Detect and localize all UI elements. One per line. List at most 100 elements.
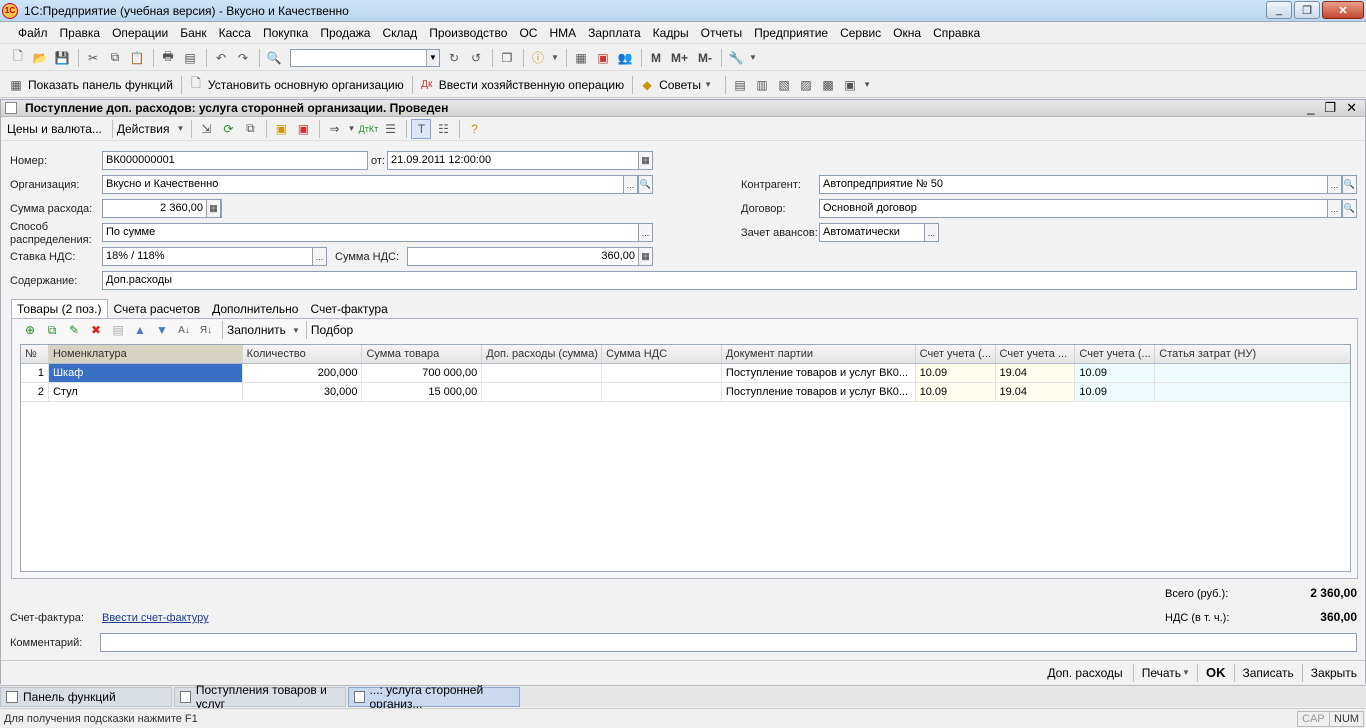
- prices-currency-button[interactable]: Цены и валюта...: [7, 122, 102, 136]
- menu-help[interactable]: Справка: [927, 26, 986, 40]
- find-prev-icon[interactable]: ↺: [466, 48, 486, 68]
- redo-icon[interactable]: ↷: [233, 48, 253, 68]
- tab-invoice[interactable]: Счет-фактура: [304, 299, 393, 318]
- chevron-down-icon[interactable]: ▼: [862, 75, 872, 95]
- calculator-icon[interactable]: ▦: [638, 247, 653, 266]
- select-vat-rate-button[interactable]: ...: [312, 247, 327, 266]
- column-header[interactable]: Документ партии: [722, 345, 916, 363]
- move-down-icon[interactable]: ▼: [152, 320, 172, 340]
- sum-cell[interactable]: 700 000,00: [362, 364, 483, 382]
- settings-icon[interactable]: ▣: [840, 75, 860, 95]
- batch-document-cell[interactable]: Поступление товаров и услуг ВК0...: [722, 364, 916, 382]
- save-icon[interactable]: 💾: [52, 48, 72, 68]
- vat-sum-field[interactable]: 360,00: [407, 247, 639, 266]
- move-up-icon[interactable]: ▲: [130, 320, 150, 340]
- menu-operations[interactable]: Операции: [106, 26, 174, 40]
- edit-icon[interactable]: ✎: [64, 320, 84, 340]
- menu-production[interactable]: Производство: [423, 26, 513, 40]
- column-header[interactable]: Счет учета (...: [1075, 345, 1156, 363]
- amount-field[interactable]: 2 360,00: [102, 199, 222, 218]
- cost-item-cell[interactable]: [1155, 383, 1350, 401]
- search-icon[interactable]: 🔍: [1342, 199, 1357, 218]
- menu-fixed-assets[interactable]: ОС: [513, 26, 543, 40]
- nomenclature-cell[interactable]: Стул: [49, 383, 243, 401]
- add-copy-icon[interactable]: ⧉: [42, 320, 62, 340]
- chevron-down-icon[interactable]: ▼: [1181, 663, 1191, 683]
- users-icon[interactable]: 👥: [615, 48, 635, 68]
- select-organization-button[interactable]: ...: [623, 175, 638, 194]
- menu-enterprise[interactable]: Предприятие: [748, 26, 834, 40]
- minimize-icon[interactable]: _: [1307, 100, 1314, 116]
- select-method-button[interactable]: ...: [638, 223, 653, 242]
- windows-icon[interactable]: ❐: [497, 48, 517, 68]
- table-row[interactable]: 2 Стул 30,000 15 000,00 Поступление това…: [21, 383, 1350, 402]
- pick-button[interactable]: Подбор: [311, 323, 353, 337]
- copy-icon[interactable]: ⧉: [105, 48, 125, 68]
- close-button[interactable]: ✕: [1322, 1, 1364, 19]
- tax-account-cell[interactable]: 10.09: [1075, 383, 1156, 401]
- select-advances-button[interactable]: ...: [924, 223, 939, 242]
- contractor-field[interactable]: Автопредприятие № 50: [819, 175, 1328, 194]
- end-edit-icon[interactable]: ▤: [108, 320, 128, 340]
- restore-button[interactable]: ❐: [1294, 1, 1320, 19]
- menu-file[interactable]: Файл: [6, 26, 54, 40]
- print-icon[interactable]: 🖶: [158, 48, 178, 68]
- delete-icon[interactable]: ✖: [86, 320, 106, 340]
- based-on-icon[interactable]: ⇒: [324, 119, 344, 139]
- menu-purchase[interactable]: Покупка: [257, 26, 314, 40]
- menu-windows[interactable]: Окна: [887, 26, 927, 40]
- copy-document-icon[interactable]: ⧉: [240, 119, 260, 139]
- print-button[interactable]: Печать: [1142, 666, 1181, 680]
- contract-field[interactable]: Основной договор: [819, 199, 1328, 218]
- quantity-cell[interactable]: 30,000: [243, 383, 363, 401]
- batch-document-cell[interactable]: Поступление товаров и услуг ВК0...: [722, 383, 916, 401]
- post-icon[interactable]: ▣: [271, 119, 291, 139]
- menu-reports[interactable]: Отчеты: [695, 26, 748, 40]
- date-field[interactable]: 21.09.2011 12:00:00: [387, 151, 639, 170]
- advances-field[interactable]: Автоматически: [819, 223, 925, 242]
- column-header[interactable]: Доп. расходы (сумма): [482, 345, 603, 363]
- calculator-icon[interactable]: ▦: [206, 199, 221, 218]
- account-cell[interactable]: 10.09: [915, 364, 996, 382]
- column-header[interactable]: Сумма товара: [362, 345, 483, 363]
- menu-intangibles[interactable]: НМА: [543, 26, 582, 40]
- task-goods-receipts[interactable]: Поступления товаров и услуг: [174, 683, 346, 711]
- debit-credit-icon[interactable]: ДтКт: [358, 119, 379, 139]
- tools-icon[interactable]: 🔧: [726, 48, 746, 68]
- add-icon[interactable]: ⊕: [20, 320, 40, 340]
- organization-field[interactable]: Вкусно и Качественно: [102, 175, 624, 194]
- select-contract-button[interactable]: ...: [1327, 199, 1342, 218]
- extra-costs-button[interactable]: Доп. расходы: [1047, 666, 1122, 680]
- staff-icon[interactable]: ▨: [796, 75, 816, 95]
- chevron-down-icon[interactable]: ▼: [748, 48, 758, 68]
- preview-icon[interactable]: ▤: [180, 48, 200, 68]
- task-function-panel[interactable]: Панель функций: [0, 686, 172, 707]
- actions-button[interactable]: Действия: [117, 122, 170, 136]
- memory-button[interactable]: M: [651, 51, 661, 65]
- employees-icon[interactable]: ▧: [774, 75, 794, 95]
- calendar-icon[interactable]: ▣: [593, 48, 613, 68]
- ok-button[interactable]: OK: [1206, 665, 1226, 680]
- menu-sale[interactable]: Продажа: [314, 26, 376, 40]
- new-document-icon[interactable]: 🗋: [8, 48, 28, 68]
- memory-minus-button[interactable]: M-: [698, 51, 712, 65]
- menu-warehouse[interactable]: Склад: [376, 26, 423, 40]
- menu-edit[interactable]: Правка: [54, 26, 107, 40]
- menu-cash[interactable]: Касса: [213, 26, 257, 40]
- enter-invoice-link[interactable]: Ввести счет-фактуру: [102, 612, 209, 624]
- vat-rate-field[interactable]: 18% / 118%: [102, 247, 313, 266]
- content-field[interactable]: Доп.расходы: [102, 271, 1357, 290]
- calculator-icon[interactable]: ▤: [730, 75, 750, 95]
- find-next-icon[interactable]: ↻: [444, 48, 464, 68]
- vat-cell[interactable]: [602, 383, 722, 401]
- close-icon[interactable]: ✕: [1346, 100, 1357, 116]
- select-contractor-button[interactable]: ...: [1327, 175, 1342, 194]
- undo-icon[interactable]: ↶: [211, 48, 231, 68]
- structure-icon[interactable]: ☰: [380, 119, 400, 139]
- tab-settlement-accounts[interactable]: Счета расчетов: [108, 299, 207, 318]
- save-button[interactable]: Записать: [1243, 666, 1294, 680]
- menu-service[interactable]: Сервис: [834, 26, 887, 40]
- chevron-down-icon[interactable]: ▼: [292, 320, 300, 340]
- cut-icon[interactable]: ✂: [83, 48, 103, 68]
- search-icon[interactable]: 🔍: [264, 48, 284, 68]
